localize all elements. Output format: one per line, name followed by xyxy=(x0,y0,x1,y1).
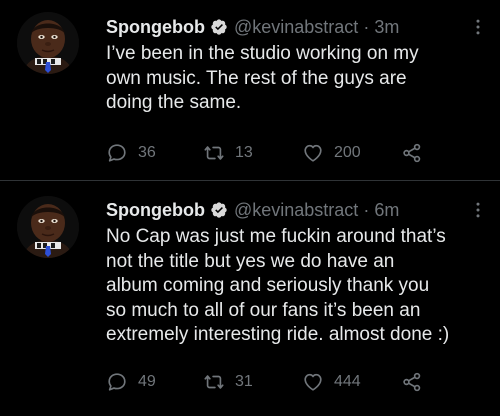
share-icon xyxy=(401,142,423,164)
retweet-button[interactable]: 31 xyxy=(203,369,253,395)
heart-icon xyxy=(302,142,324,164)
tweet-header: Spongebob @kevinabstract · 3m xyxy=(106,15,399,39)
tweet-timestamp[interactable]: 6m xyxy=(374,198,399,222)
tweet-text: I’ve been in the studio working on my ow… xyxy=(106,43,419,113)
share-button[interactable] xyxy=(401,369,423,395)
tweet-text: No Cap was just me fuckin around that’s … xyxy=(106,226,450,345)
reply-count: 36 xyxy=(138,144,156,161)
retweet-count: 13 xyxy=(235,144,253,161)
retweet-icon xyxy=(203,142,225,164)
author-name[interactable]: Spongebob xyxy=(106,15,205,39)
reply-icon xyxy=(106,142,128,164)
reply-icon xyxy=(106,371,128,393)
separator-dot: · xyxy=(363,17,370,37)
reply-button[interactable]: 36 xyxy=(106,140,156,166)
author-handle[interactable]: @kevinabstract xyxy=(234,198,358,222)
avatar[interactable] xyxy=(17,12,79,74)
reply-button[interactable]: 49 xyxy=(106,369,156,395)
tweet-timestamp[interactable]: 3m xyxy=(374,15,399,39)
more-dots-icon[interactable] xyxy=(468,17,488,37)
like-button[interactable]: 444 xyxy=(302,369,361,395)
tweet-header: Spongebob @kevinabstract · 6m xyxy=(106,198,399,222)
like-button[interactable]: 200 xyxy=(302,140,361,166)
author-handle[interactable]: @kevinabstract xyxy=(234,15,358,39)
separator-dot: · xyxy=(363,200,370,220)
heart-icon xyxy=(302,371,324,393)
tweet-actions: 49 31 444 xyxy=(106,369,446,395)
verified-badge-icon xyxy=(210,18,228,36)
share-button[interactable] xyxy=(401,140,423,166)
reply-count: 49 xyxy=(138,373,156,390)
share-icon xyxy=(401,371,423,393)
retweet-icon xyxy=(203,371,225,393)
tweet-divider xyxy=(0,180,500,181)
more-dots-icon[interactable] xyxy=(468,200,488,220)
author-name[interactable]: Spongebob xyxy=(106,198,205,222)
avatar[interactable] xyxy=(17,196,79,258)
tweet[interactable]: Spongebob @kevinabstract · 3m I’ve been … xyxy=(0,0,500,180)
like-count: 200 xyxy=(334,144,361,161)
verified-badge-icon xyxy=(210,201,228,219)
tweet[interactable]: Spongebob @kevinabstract · 6m No Cap was… xyxy=(0,182,500,416)
tweet-actions: 36 13 200 xyxy=(106,140,446,166)
like-count: 444 xyxy=(334,373,361,390)
retweet-count: 31 xyxy=(235,373,253,390)
retweet-button[interactable]: 13 xyxy=(203,140,253,166)
